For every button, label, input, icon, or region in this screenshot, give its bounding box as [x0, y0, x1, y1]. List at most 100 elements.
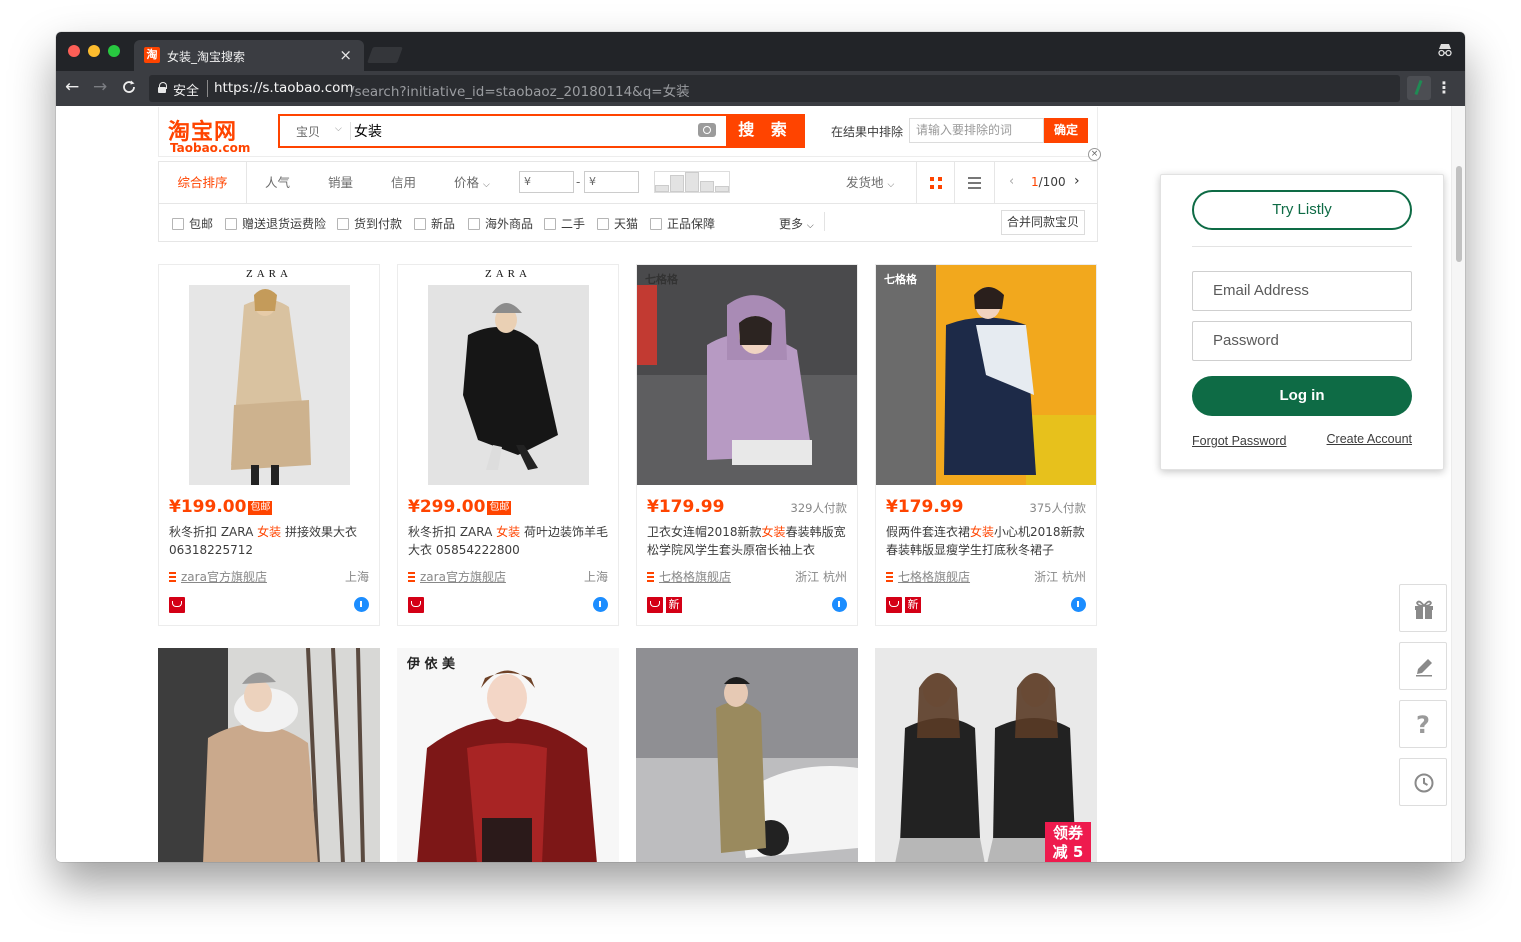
product-card[interactable]: ZARA ¥299.00 包邮 秋冬折扣 ZARA 女装 荷叶边装饰羊毛大衣 05… — [397, 264, 619, 626]
address-bar[interactable]: 安全 https://s.taobao.com /search?initiati… — [149, 75, 1400, 102]
product-image[interactable]: 七格格 — [876, 265, 1096, 485]
listly-extension-icon[interactable] — [1407, 76, 1431, 100]
shop-link[interactable]: 七格格旗舰店 — [886, 568, 970, 585]
sort-credit[interactable]: 信用 — [391, 162, 416, 203]
password-field[interactable]: Password — [1192, 321, 1412, 361]
filter-genuine[interactable]: 正品保障 — [650, 215, 715, 232]
filter-tmall[interactable]: 天猫 — [597, 215, 638, 232]
shop-link[interactable]: 七格格旗舰店 — [647, 568, 731, 585]
product-card[interactable]: 七格格 ¥179.99 375人付款 假两件套连衣裙女装小心机2018新款春装韩… — [875, 264, 1097, 626]
checkbox[interactable] — [597, 218, 609, 230]
checkbox[interactable] — [544, 218, 556, 230]
product-image[interactable]: ZARA — [398, 265, 618, 485]
filter-new[interactable]: 新品 — [414, 215, 455, 232]
window-close-button[interactable] — [68, 45, 80, 57]
filter-more-button[interactable]: 更多 ⌵ — [779, 215, 814, 232]
price-value: ¥179.99 — [647, 497, 725, 517]
checkbox[interactable] — [414, 218, 426, 230]
product-title[interactable]: 秋冬折扣 ZARA 女装 荷叶边装饰羊毛大衣 05854222800 — [408, 523, 608, 561]
tmall-icon[interactable] — [647, 597, 663, 613]
product-image[interactable]: ZARA — [159, 265, 379, 485]
back-icon[interactable]: ← — [65, 77, 79, 97]
history-button[interactable] — [1399, 758, 1447, 806]
product-image[interactable] — [158, 648, 380, 862]
grid-view-icon[interactable] — [916, 162, 955, 203]
product-title[interactable]: 秋冬折扣 ZARA 女装 拼接效果大衣 06318225712 — [169, 523, 369, 561]
filter-label: 二手 — [561, 217, 586, 231]
product-card[interactable]: 七格格 ¥179.99 329人付款 卫衣女连帽2018新款女装春装韩版宽松学院… — [636, 264, 858, 626]
email-field[interactable]: Email Address — [1192, 271, 1412, 311]
secure-label: 安全 — [173, 84, 200, 99]
merge-same-items-button[interactable]: 合并同款宝贝 — [1001, 210, 1085, 235]
taobao-logo[interactable]: 淘宝网 Taobao.com — [168, 114, 258, 155]
pencil-icon — [1416, 659, 1432, 677]
list-view-icon[interactable] — [955, 162, 995, 203]
filter-second-hand[interactable]: 二手 — [544, 215, 585, 232]
sort-popularity[interactable]: 人气 — [265, 162, 290, 203]
forgot-password-link[interactable]: Forgot Password — [1192, 434, 1286, 448]
checkbox[interactable] — [468, 218, 480, 230]
ship-from-select[interactable]: 发货地 ⌵ — [846, 162, 894, 203]
tmall-icon[interactable] — [408, 597, 424, 613]
search-type-select[interactable]: 宝贝 ⌵ — [280, 116, 350, 146]
try-listly-button[interactable]: Try Listly — [1192, 190, 1412, 230]
product-card[interactable]: ZARA ¥199.00 包邮 秋冬折扣 ZARA 女装 拼接效果大衣 06318… — [158, 264, 380, 626]
product-title[interactable]: 假两件套连衣裙女装小心机2018新款春装韩版显瘦学生打底秋冬裙子 — [886, 523, 1086, 561]
search-input[interactable] — [354, 121, 684, 141]
wangwang-chat-icon[interactable] — [593, 597, 608, 612]
create-account-link[interactable]: Create Account — [1327, 432, 1412, 446]
scrollbar-thumb[interactable] — [1456, 166, 1462, 262]
sort-price[interactable]: 价格 ⌵ — [454, 162, 490, 203]
product-image[interactable]: 伊 依 美 — [397, 648, 619, 862]
login-button[interactable]: Log in — [1192, 376, 1412, 416]
tmall-icon[interactable] — [886, 597, 902, 613]
tmall-icon[interactable] — [169, 597, 185, 613]
reload-icon[interactable] — [121, 77, 137, 100]
menu-dots-icon[interactable]: ⋮ — [1436, 78, 1452, 98]
price-min-input[interactable]: ¥ — [519, 171, 574, 193]
tab-close-icon[interactable]: × — [339, 46, 352, 64]
window-maximize-button[interactable] — [108, 45, 120, 57]
edit-button[interactable] — [1399, 642, 1447, 690]
exclude-confirm-button[interactable]: 确定 — [1044, 118, 1088, 143]
filter-free-shipping[interactable]: 包邮 — [172, 215, 213, 232]
forward-icon[interactable]: → — [93, 77, 107, 97]
prev-page-icon[interactable]: ‹ — [1009, 174, 1014, 189]
exclude-input[interactable]: 请输入要排除的词 — [909, 118, 1044, 143]
coupon-badge[interactable]: 领券减 5 — [1045, 822, 1091, 862]
gift-button[interactable] — [1399, 584, 1447, 632]
help-button[interactable]: ? — [1399, 700, 1447, 748]
camera-icon[interactable] — [698, 123, 716, 137]
product-image[interactable]: 七格格 — [637, 265, 857, 485]
shop-link[interactable]: zara官方旗舰店 — [169, 568, 267, 585]
price-max-input[interactable]: ¥ — [584, 171, 639, 193]
wangwang-chat-icon[interactable] — [354, 597, 369, 612]
wangwang-chat-icon[interactable] — [1071, 597, 1086, 612]
shop-icon — [169, 572, 176, 582]
filter-cash-on-delivery[interactable]: 货到付款 — [337, 215, 402, 232]
page-total: /100 — [1038, 175, 1066, 189]
shop-link[interactable]: zara官方旗舰店 — [408, 568, 506, 585]
sort-comprehensive[interactable]: 综合排序 — [159, 162, 247, 203]
product-title[interactable]: 卫衣女连帽2018新款女装春装韩版宽松学院风学生套头原宿长袖上衣 — [647, 523, 847, 561]
product-image[interactable] — [636, 648, 858, 862]
filter-return-insurance[interactable]: 赠送退货运费险 — [225, 215, 326, 232]
next-page-icon[interactable]: › — [1074, 173, 1080, 189]
new-tab-button[interactable] — [367, 47, 403, 63]
sort-price-label: 价格 — [454, 175, 480, 190]
close-icon[interactable]: × — [1088, 148, 1101, 161]
checkbox[interactable] — [172, 218, 184, 230]
price-range-histogram[interactable] — [654, 171, 730, 193]
search-button[interactable]: 搜 索 — [726, 114, 805, 148]
checkbox[interactable] — [337, 218, 349, 230]
window-minimize-button[interactable] — [88, 45, 100, 57]
page-current: 1 — [1031, 175, 1039, 189]
wangwang-chat-icon[interactable] — [832, 597, 847, 612]
browser-tab-active[interactable]: 淘 女装_淘宝搜索 × — [134, 40, 364, 71]
product-image[interactable]: 领券减 5 — [875, 648, 1097, 862]
filter-overseas[interactable]: 海外商品 — [468, 215, 533, 232]
sort-sales[interactable]: 销量 — [328, 162, 353, 203]
page-scrollbar[interactable] — [1451, 106, 1465, 862]
checkbox[interactable] — [650, 218, 662, 230]
checkbox[interactable] — [225, 218, 237, 230]
